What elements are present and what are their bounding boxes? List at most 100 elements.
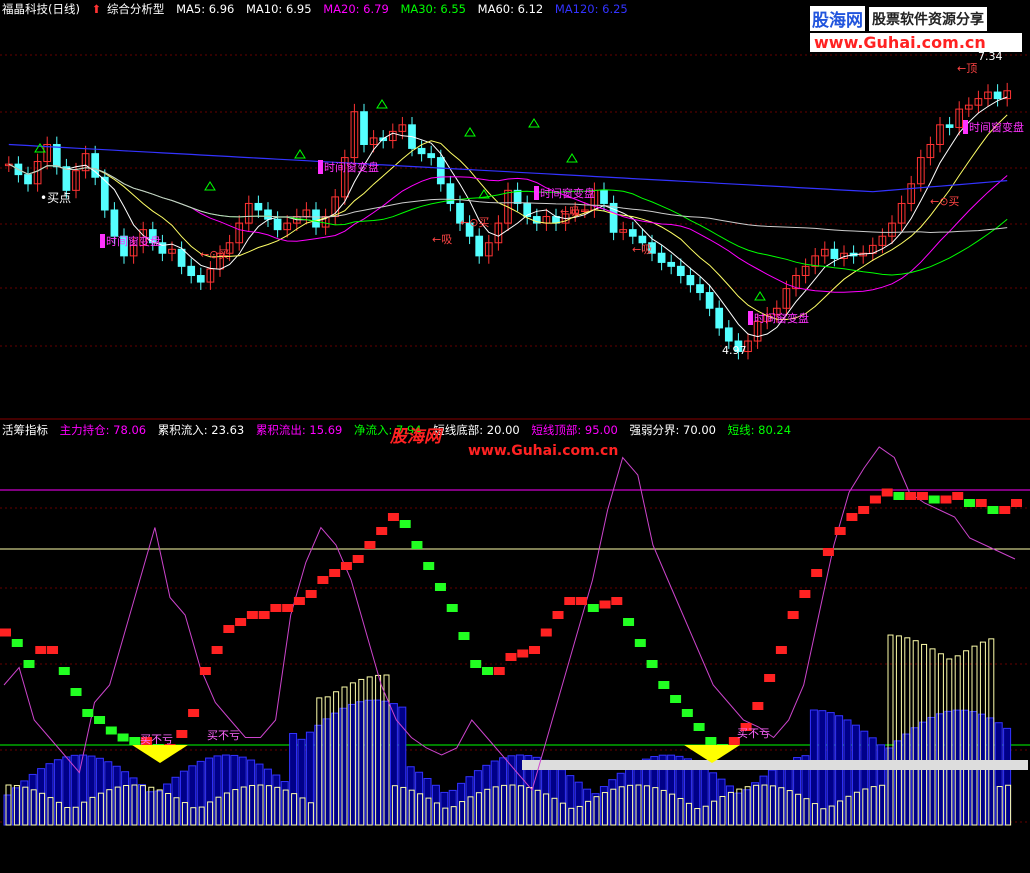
candle-body <box>254 202 263 211</box>
legend-ma10: MA10: 6.95 <box>246 2 312 16</box>
candle-body <box>686 275 695 286</box>
inflow-bar <box>994 722 1003 826</box>
inflow-bar <box>742 789 751 826</box>
inflow-bar <box>213 755 222 826</box>
short-line-marker <box>893 492 905 500</box>
inflow-bar <box>297 738 306 826</box>
no-loss-label: 买不亏 <box>737 727 770 740</box>
short-line-marker <box>176 730 188 738</box>
short-line-marker <box>975 499 987 507</box>
inflow-bar <box>121 771 130 826</box>
short-line-marker <box>211 646 223 654</box>
inflow-bar <box>784 760 793 826</box>
short-line-marker <box>552 611 564 619</box>
inflow-bar <box>331 712 340 826</box>
inflow-bar <box>902 733 911 826</box>
watermark-bottom-url: www.Guhai.com.cn <box>468 443 619 459</box>
inflow-bar <box>725 785 734 826</box>
inflow-bar <box>910 727 919 826</box>
short-line-marker <box>916 492 928 500</box>
signal-arrow-icon <box>528 118 540 128</box>
price-chart: 时间窗变盘时间窗变盘时间窗变盘时间窗变盘时间窗变盘←⊙买←⊙买←⊙买←吸←吸←吸… <box>0 50 1030 420</box>
inflow-bar <box>188 765 197 826</box>
inflow-bar <box>927 716 936 826</box>
short-line-marker <box>1011 499 1022 507</box>
inflow-bar <box>423 778 432 826</box>
arrow-up-icon: ⬆ <box>91 2 102 16</box>
short-line-marker <box>822 548 834 556</box>
inflow-bar <box>62 756 71 826</box>
inflow-bar <box>776 764 785 826</box>
legend-short-line: 短线: 80.24 <box>727 423 792 437</box>
inflow-bar <box>440 791 449 826</box>
absorb-label: ←吸 <box>560 205 580 218</box>
inflow-bar <box>272 774 281 826</box>
inflow-bar <box>759 775 768 826</box>
inflow-bar <box>364 699 373 826</box>
short-line-marker <box>529 646 541 654</box>
legend-main-position: 主力持仓: 78.06 <box>59 423 147 437</box>
inflow-bar <box>221 754 230 826</box>
legend-name: 活筹指标 <box>2 423 48 437</box>
time-window-label: 时间窗变盘 <box>969 120 1024 134</box>
candle-body <box>600 189 608 204</box>
inflow-bar <box>767 769 776 826</box>
short-line-marker <box>446 604 458 612</box>
watermark-bottom-logo: 股海网 <box>390 427 441 447</box>
short-line-marker <box>505 653 517 661</box>
inflow-bar <box>53 759 62 826</box>
inflow-bar <box>919 721 928 826</box>
candle-body <box>62 166 71 191</box>
inflow-bar <box>37 768 46 826</box>
short-line-marker <box>775 646 787 654</box>
short-line-marker <box>434 583 446 591</box>
candle-body <box>830 248 839 259</box>
short-line-marker <box>693 723 705 731</box>
inflow-bar <box>709 772 718 826</box>
signal-arrow-icon <box>294 149 306 159</box>
inflow-bar <box>734 792 743 826</box>
inflow-bar <box>205 757 214 826</box>
inflow-bar <box>230 754 239 826</box>
short-line-marker <box>646 660 658 668</box>
inflow-bar <box>893 740 902 826</box>
inflow-bar <box>171 776 180 826</box>
inflow-bar <box>381 700 390 826</box>
legend-outflow: 累积流出: 15.69 <box>255 423 343 437</box>
inflow-bar <box>255 763 264 826</box>
inflow-bar <box>448 789 457 826</box>
inflow-bar <box>835 715 844 826</box>
inflow-bar <box>28 773 37 826</box>
candle-body <box>436 157 445 185</box>
inflow-bar <box>70 754 79 826</box>
inflow-bar <box>314 724 323 826</box>
short-line-marker <box>199 667 211 675</box>
short-line-marker <box>963 499 975 507</box>
short-line-marker <box>493 667 505 675</box>
short-line-marker <box>811 569 823 577</box>
watermark-url: www.Guhai.com.cn <box>810 33 1022 52</box>
short-line-marker <box>576 597 588 605</box>
time-window-marker <box>963 120 968 134</box>
short-line-marker <box>869 495 881 504</box>
short-line-marker <box>258 611 270 619</box>
inflow-bar <box>625 767 634 826</box>
short-line-marker <box>270 604 282 612</box>
inflow-bar <box>851 724 860 826</box>
short-line-marker <box>858 506 870 514</box>
inflow-bar <box>163 783 172 826</box>
short-line-marker <box>352 555 364 563</box>
short-line-marker <box>82 709 94 717</box>
candle-body <box>24 174 32 185</box>
short-line-marker <box>881 488 893 497</box>
net-flow-band <box>522 760 1028 770</box>
candle-body <box>705 292 714 309</box>
inflow-bar <box>280 781 289 826</box>
short-line-marker <box>470 660 482 668</box>
price-legend: 福晶科技(日线) ⬆ 综合分析型 MA5: 6.96 MA10: 6.95 MA… <box>2 0 636 18</box>
short-line-marker <box>787 611 799 619</box>
watermark-logo: 股海网 <box>810 6 865 31</box>
short-line-marker <box>599 600 611 609</box>
candle-body <box>52 143 61 168</box>
inflow-bar <box>238 756 247 826</box>
